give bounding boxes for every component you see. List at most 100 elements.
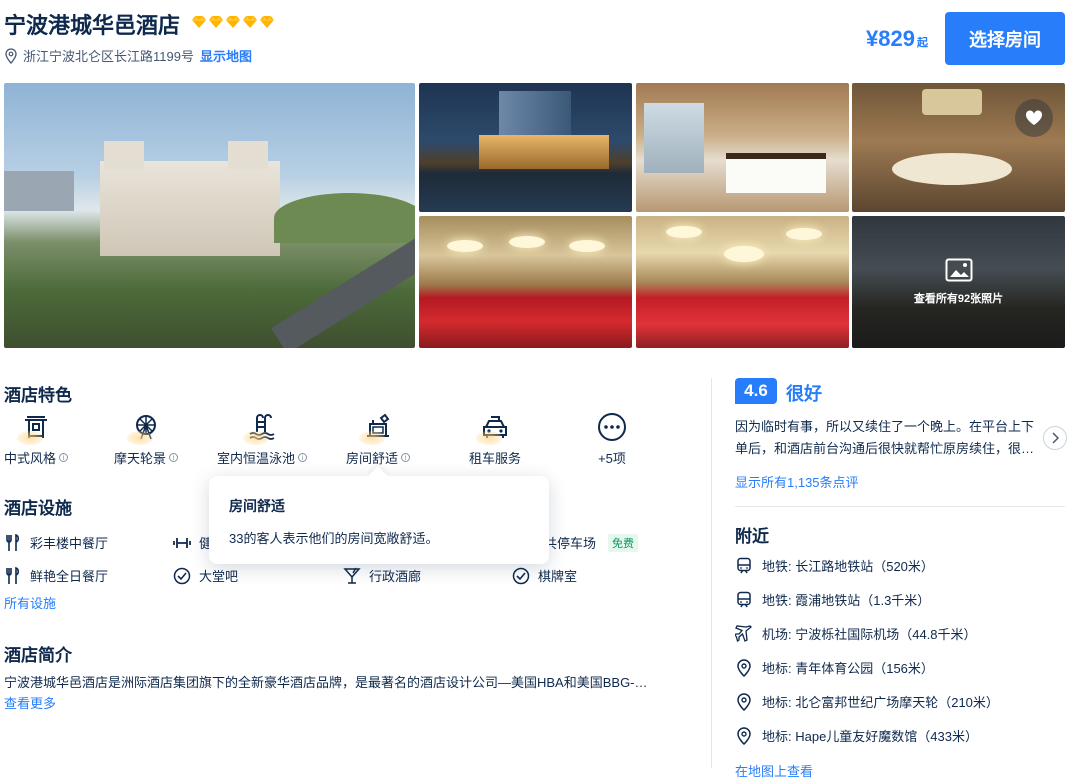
chevron-right-icon: [1052, 432, 1059, 444]
nearby-text: 机场: 宁波栎社国际机场（44.8千米）: [762, 627, 977, 642]
view-all-overlay[interactable]: 查看所有92张照片: [852, 216, 1065, 348]
feature-comfortable-room[interactable]: 房间舒适 i: [323, 412, 433, 467]
diamond-star-icon: [209, 16, 223, 28]
chandelier: [666, 226, 702, 238]
hotel-main-photo[interactable]: [4, 83, 415, 348]
diamond-star-icon: [192, 16, 206, 28]
nearby-item: 地铁: 霞浦地铁站（1.3千米）: [735, 590, 930, 609]
feature-indoor-pool: 室内恒温泳池 i: [207, 412, 317, 467]
nearby-text: 地标: 青年体育公园（156米）: [762, 661, 934, 676]
nearby-item: 地标: 青年体育公园（156米）: [735, 658, 934, 677]
ferris-wheel-icon: [127, 412, 161, 445]
facility-item: 行政酒廊: [343, 566, 421, 585]
select-room-button[interactable]: 选择房间: [945, 12, 1065, 65]
feature-label: 中式风格: [3, 451, 56, 466]
diamond-star-icon: [260, 16, 274, 28]
image-icon: [945, 258, 972, 282]
location-pin-icon: [5, 47, 17, 64]
taxi-icon: [476, 412, 510, 445]
feature-label: 租车服务: [468, 451, 521, 466]
feature-chinese-style: 中式风格 i: [0, 412, 91, 467]
hotel-exterior-night-photo[interactable]: [419, 83, 632, 212]
feature-label: 摩天轮景: [113, 451, 166, 466]
facility-label: 共停车场: [544, 536, 597, 551]
tooltip-text: 33的客人表示他们的房间宽敞舒适。: [229, 531, 439, 546]
dumbbell-icon: [173, 537, 191, 548]
private-dining-photo[interactable]: [852, 83, 1065, 212]
location-pin-icon: [737, 658, 751, 677]
feature-more[interactable]: +5项: [557, 412, 667, 467]
all-facilities-link[interactable]: 所有设施: [4, 593, 56, 612]
heart-icon: [1025, 110, 1043, 125]
price-suffix: 起: [916, 37, 928, 49]
feature-tooltip: 房间舒适 33的客人表示他们的房间宽敞舒适。: [209, 476, 549, 564]
plane-icon: [735, 624, 752, 642]
info-icon[interactable]: i: [298, 453, 307, 462]
dining-table: [892, 153, 1012, 185]
more-icon: [597, 412, 627, 442]
address-text: 浙江宁波北仑区长江路1199号: [23, 49, 194, 64]
ballroom-photo[interactable]: [636, 216, 849, 348]
facility-item: 棋牌室: [512, 566, 577, 585]
cocktail-icon: [343, 567, 361, 584]
feature-label: +5项: [598, 451, 626, 466]
diamond-star-icon: [226, 16, 240, 28]
pool-icon: [243, 412, 277, 445]
info-icon[interactable]: i: [169, 453, 178, 462]
banquet-hall-photo[interactable]: [419, 216, 632, 348]
lit-lobby: [479, 135, 609, 169]
city-buildings: [4, 171, 74, 211]
chandelier: [509, 236, 545, 248]
nearby-item: 机场: 宁波栎社国际机场（44.8千米）: [735, 624, 977, 643]
metro-icon: [737, 557, 751, 573]
next-review-button[interactable]: [1043, 426, 1067, 450]
facility-label: 棋牌室: [538, 569, 578, 584]
diamond-star-icon: [243, 16, 257, 28]
check-circle-icon: [512, 567, 530, 584]
review-rating-word: 很好: [786, 384, 822, 404]
hill: [274, 193, 415, 243]
tooltip-title: 房间舒适: [229, 498, 285, 514]
hotel-name: 宁波港城华邑酒店: [4, 13, 181, 38]
facility-label: 鲜艳全日餐厅: [30, 569, 109, 584]
price-amount: ¥829: [866, 26, 915, 51]
chinese-gate-icon: [17, 412, 51, 445]
feature-ferris-wheel: 摩天轮景 i: [91, 412, 201, 467]
intro-text: 宁波港城华邑酒店是洲际酒店集团旗下的全新豪华酒店品牌，是最著名的酒店设计公司—美…: [4, 675, 648, 690]
intro-title: 酒店简介: [4, 646, 72, 665]
star-rating: [192, 16, 274, 28]
location-pin-icon: [737, 726, 751, 745]
view-all-photos-tile[interactable]: 查看所有92张照片: [852, 216, 1065, 348]
metro-icon: [737, 591, 751, 607]
feature-label: 房间舒适: [345, 451, 398, 466]
column-divider: [711, 378, 712, 768]
restaurant-icon: [6, 533, 20, 551]
guest-room-photo[interactable]: [636, 83, 849, 212]
nearby-text: 地标: Hape儿童友好魔数馆（433米）: [762, 729, 978, 744]
facility-item: 大堂吧: [173, 566, 238, 585]
favorite-button[interactable]: [1015, 99, 1053, 137]
location-pin-icon: [737, 692, 751, 711]
all-reviews-link[interactable]: 显示所有1,135条点评: [735, 472, 859, 491]
nearby-item: 地标: Hape儿童友好魔数馆（433米）: [735, 726, 978, 745]
facility-item: 鲜艳全日餐厅: [4, 566, 108, 585]
show-map-link[interactable]: 显示地图: [200, 46, 252, 65]
facility-label: 彩丰楼中餐厅: [30, 536, 109, 551]
view-all-photos-label: 查看所有92张照片: [913, 293, 1004, 305]
nearby-text: 地铁: 长江路地铁站（520米）: [762, 559, 934, 574]
info-icon[interactable]: i: [59, 453, 68, 462]
read-more-link[interactable]: 查看更多: [4, 693, 56, 712]
features-title: 酒店特色: [4, 386, 72, 405]
view-on-map-link[interactable]: 在地图上查看: [735, 761, 813, 780]
nearby-item: 地标: 北仑富邦世纪广场摩天轮（210米）: [735, 692, 999, 711]
room-window: [644, 103, 704, 173]
price: ¥829 起: [866, 26, 928, 52]
feature-car-rental: 租车服务: [440, 412, 550, 467]
facility-label: 大堂吧: [199, 569, 239, 584]
building-tower: [104, 141, 144, 169]
info-icon[interactable]: i: [401, 453, 410, 462]
desk-lamp-icon: [359, 412, 393, 445]
hotel-building: [100, 141, 280, 256]
review-snippet: 因为临时有事，所以又续住了一个晚上。在平台上下单后，和酒店前台沟通后很快就帮忙原…: [735, 419, 1035, 456]
chandelier: [786, 228, 822, 240]
